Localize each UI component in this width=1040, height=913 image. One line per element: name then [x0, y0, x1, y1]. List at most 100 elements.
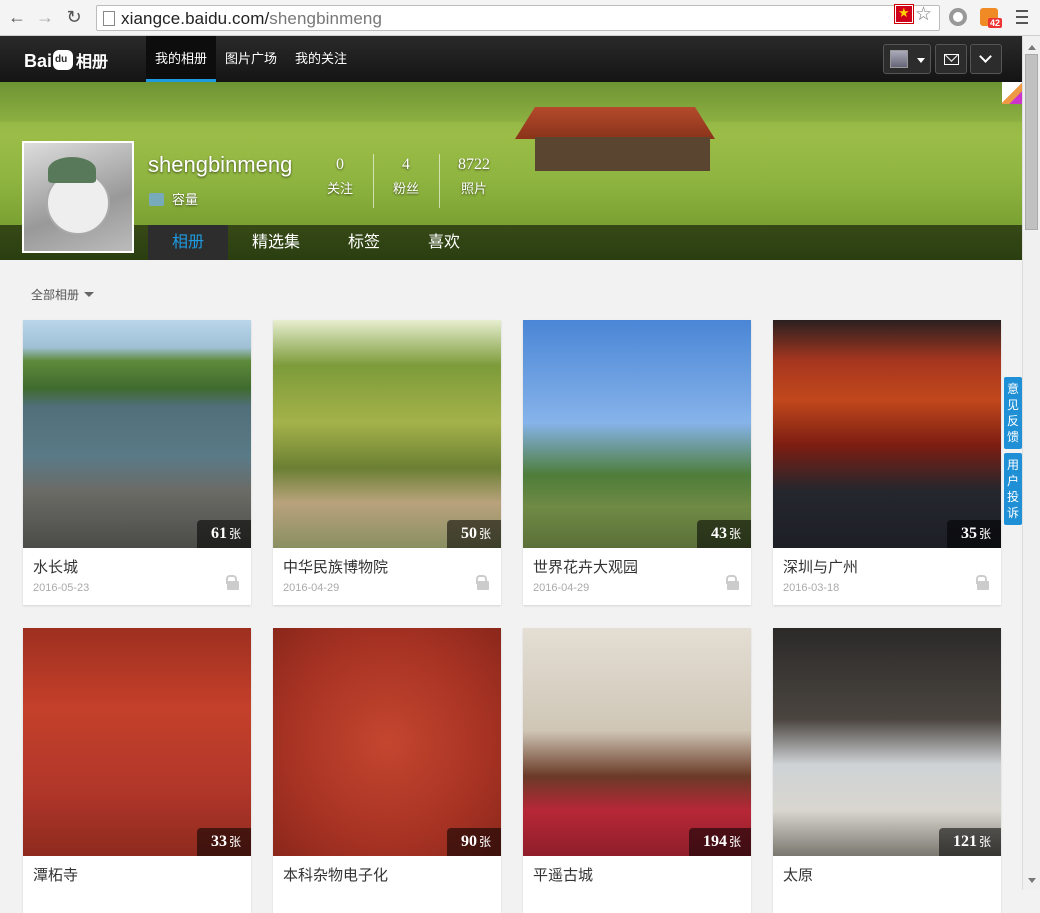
- stat-label: 照片: [460, 181, 487, 196]
- photo-count-unit: 张: [478, 527, 491, 541]
- stat-fans[interactable]: 4 粉丝: [375, 156, 437, 197]
- stat-following[interactable]: 0 关注: [309, 156, 371, 197]
- feedback-button[interactable]: 意见反馈: [1004, 377, 1022, 449]
- album-card[interactable]: 61 张水长城 2016-05-23: [23, 320, 251, 605]
- album-card[interactable]: 35 张深圳与广州 2016-03-18: [773, 320, 1001, 605]
- scroll-down-icon[interactable]: [1028, 878, 1036, 887]
- album-title[interactable]: 本科杂物电子化: [283, 864, 388, 885]
- photo-count-badge: 194 张: [688, 828, 751, 856]
- photo-count-badge: 50 张: [446, 520, 501, 548]
- photo-count-badge: 90 张: [446, 828, 501, 856]
- stat-divider: [439, 154, 440, 208]
- photo-count-unit: 张: [728, 527, 741, 541]
- photo-count-unit: 张: [728, 835, 741, 849]
- photo-count: 35: [960, 525, 977, 542]
- photo-count: 50: [460, 525, 477, 542]
- photo-count-badge: 121 张: [938, 828, 1001, 856]
- album-cover[interactable]: 90 张: [273, 628, 501, 856]
- album-filter-dropdown[interactable]: 全部相册: [31, 286, 95, 303]
- album-date: 2016-03-18: [783, 582, 840, 594]
- album-title[interactable]: 太原: [783, 864, 813, 885]
- browser-menu-icon[interactable]: [1016, 10, 1028, 24]
- quota-link[interactable]: 容量: [149, 189, 198, 208]
- chevron-down-icon: [979, 50, 992, 63]
- nav-my-albums[interactable]: 我的相册: [146, 36, 217, 82]
- profile-avatar[interactable]: [22, 141, 134, 253]
- nav-following[interactable]: 我的关注: [286, 36, 356, 82]
- bookmark-star-icon[interactable]: ☆: [915, 3, 932, 26]
- album-card[interactable]: 90 张本科杂物电子化: [273, 628, 501, 913]
- tab-featured[interactable]: 精选集: [228, 225, 324, 260]
- site-header: Bai相册 我的相册 图片广场 我的关注: [0, 36, 1022, 82]
- reload-icon[interactable]: ↻: [63, 6, 85, 28]
- baidu-logo[interactable]: Bai相册: [24, 48, 108, 72]
- photo-count: 43: [710, 525, 727, 542]
- album-cover[interactable]: 61 张: [23, 320, 251, 548]
- lock-icon[interactable]: [226, 575, 239, 590]
- album-cover[interactable]: 35 张: [773, 320, 1001, 548]
- tab-albums[interactable]: 相册: [148, 225, 229, 260]
- album-date: 2016-05-23: [33, 582, 90, 594]
- photo-count: 61: [210, 525, 227, 542]
- feedback-sidebar: 意见反馈 用户投诉: [1004, 377, 1022, 529]
- banner-farmhouse: [515, 107, 720, 177]
- album-card[interactable]: 50 张中华民族博物院 2016-04-29: [273, 320, 501, 605]
- scrollbar[interactable]: [1022, 36, 1040, 890]
- scroll-thumb[interactable]: [1025, 54, 1038, 230]
- extension-icon[interactable]: [895, 5, 913, 23]
- album-date: 2016-04-29: [283, 582, 340, 594]
- tab-likes[interactable]: 喜欢: [404, 225, 484, 260]
- album-title[interactable]: 平遥古城: [533, 864, 593, 885]
- banner-corner-fold[interactable]: [1002, 82, 1022, 104]
- storage-icon: [149, 193, 164, 206]
- album-card[interactable]: 33 张潭柘寺: [23, 628, 251, 913]
- album-cover[interactable]: 43 张: [523, 320, 751, 548]
- album-card[interactable]: 43 张世界花卉大观园 2016-04-29: [523, 320, 751, 605]
- lock-icon[interactable]: [976, 575, 989, 590]
- browser-toolbar: ← → ↻ xiangce.baidu.com/shengbinmeng ☆ 4…: [0, 0, 1040, 36]
- back-icon[interactable]: ←: [6, 6, 28, 28]
- avatar: [890, 50, 908, 68]
- album-title[interactable]: 深圳与广州: [783, 556, 858, 577]
- stat-divider: [373, 154, 374, 208]
- album-cover[interactable]: 33 张: [23, 628, 251, 856]
- tab-tags[interactable]: 标签: [324, 225, 404, 260]
- user-menu-button[interactable]: [883, 44, 931, 74]
- photo-count-unit: 张: [228, 835, 241, 849]
- photo-count: 90: [460, 833, 477, 850]
- profile-username[interactable]: shengbinmeng: [148, 152, 292, 178]
- paw-icon: [53, 50, 74, 70]
- photo-count: 194: [702, 833, 727, 850]
- lock-icon[interactable]: [476, 575, 489, 590]
- complaint-button[interactable]: 用户投诉: [1004, 453, 1022, 525]
- nav-photo-square[interactable]: 图片广场: [216, 36, 286, 82]
- photo-count-badge: 43 张: [696, 520, 751, 548]
- photo-count-badge: 35 张: [946, 520, 1001, 548]
- mail-button[interactable]: [935, 44, 967, 74]
- album-title[interactable]: 潭柘寺: [33, 864, 78, 885]
- photo-count-unit: 张: [478, 835, 491, 849]
- address-bar[interactable]: xiangce.baidu.com/shengbinmeng: [96, 5, 940, 31]
- stat-label: 关注: [326, 181, 353, 196]
- photo-count-unit: 张: [228, 527, 241, 541]
- stat-value: 8722: [458, 156, 490, 173]
- album-card[interactable]: 194 张平遥古城: [523, 628, 751, 913]
- album-cover[interactable]: 194 张: [523, 628, 751, 856]
- forward-icon[interactable]: →: [34, 6, 56, 28]
- album-card[interactable]: 121 张太原: [773, 628, 1001, 913]
- stat-photos[interactable]: 8722 照片: [443, 156, 505, 197]
- banner-hills: [0, 82, 1022, 122]
- album-title[interactable]: 中华民族博物院: [283, 556, 388, 577]
- lock-icon[interactable]: [726, 575, 739, 590]
- photo-count: 33: [210, 833, 227, 850]
- rss-icon[interactable]: 42: [980, 8, 1003, 28]
- album-title[interactable]: 世界花卉大观园: [533, 556, 638, 577]
- album-title[interactable]: 水长城: [33, 556, 78, 577]
- mail-icon: [944, 54, 959, 65]
- photo-count-unit: 张: [978, 527, 991, 541]
- album-cover[interactable]: 50 张: [273, 320, 501, 548]
- scroll-up-icon[interactable]: [1028, 41, 1036, 50]
- extension-circle-icon[interactable]: [949, 8, 967, 26]
- more-button[interactable]: [970, 44, 1002, 74]
- album-cover[interactable]: 121 张: [773, 628, 1001, 856]
